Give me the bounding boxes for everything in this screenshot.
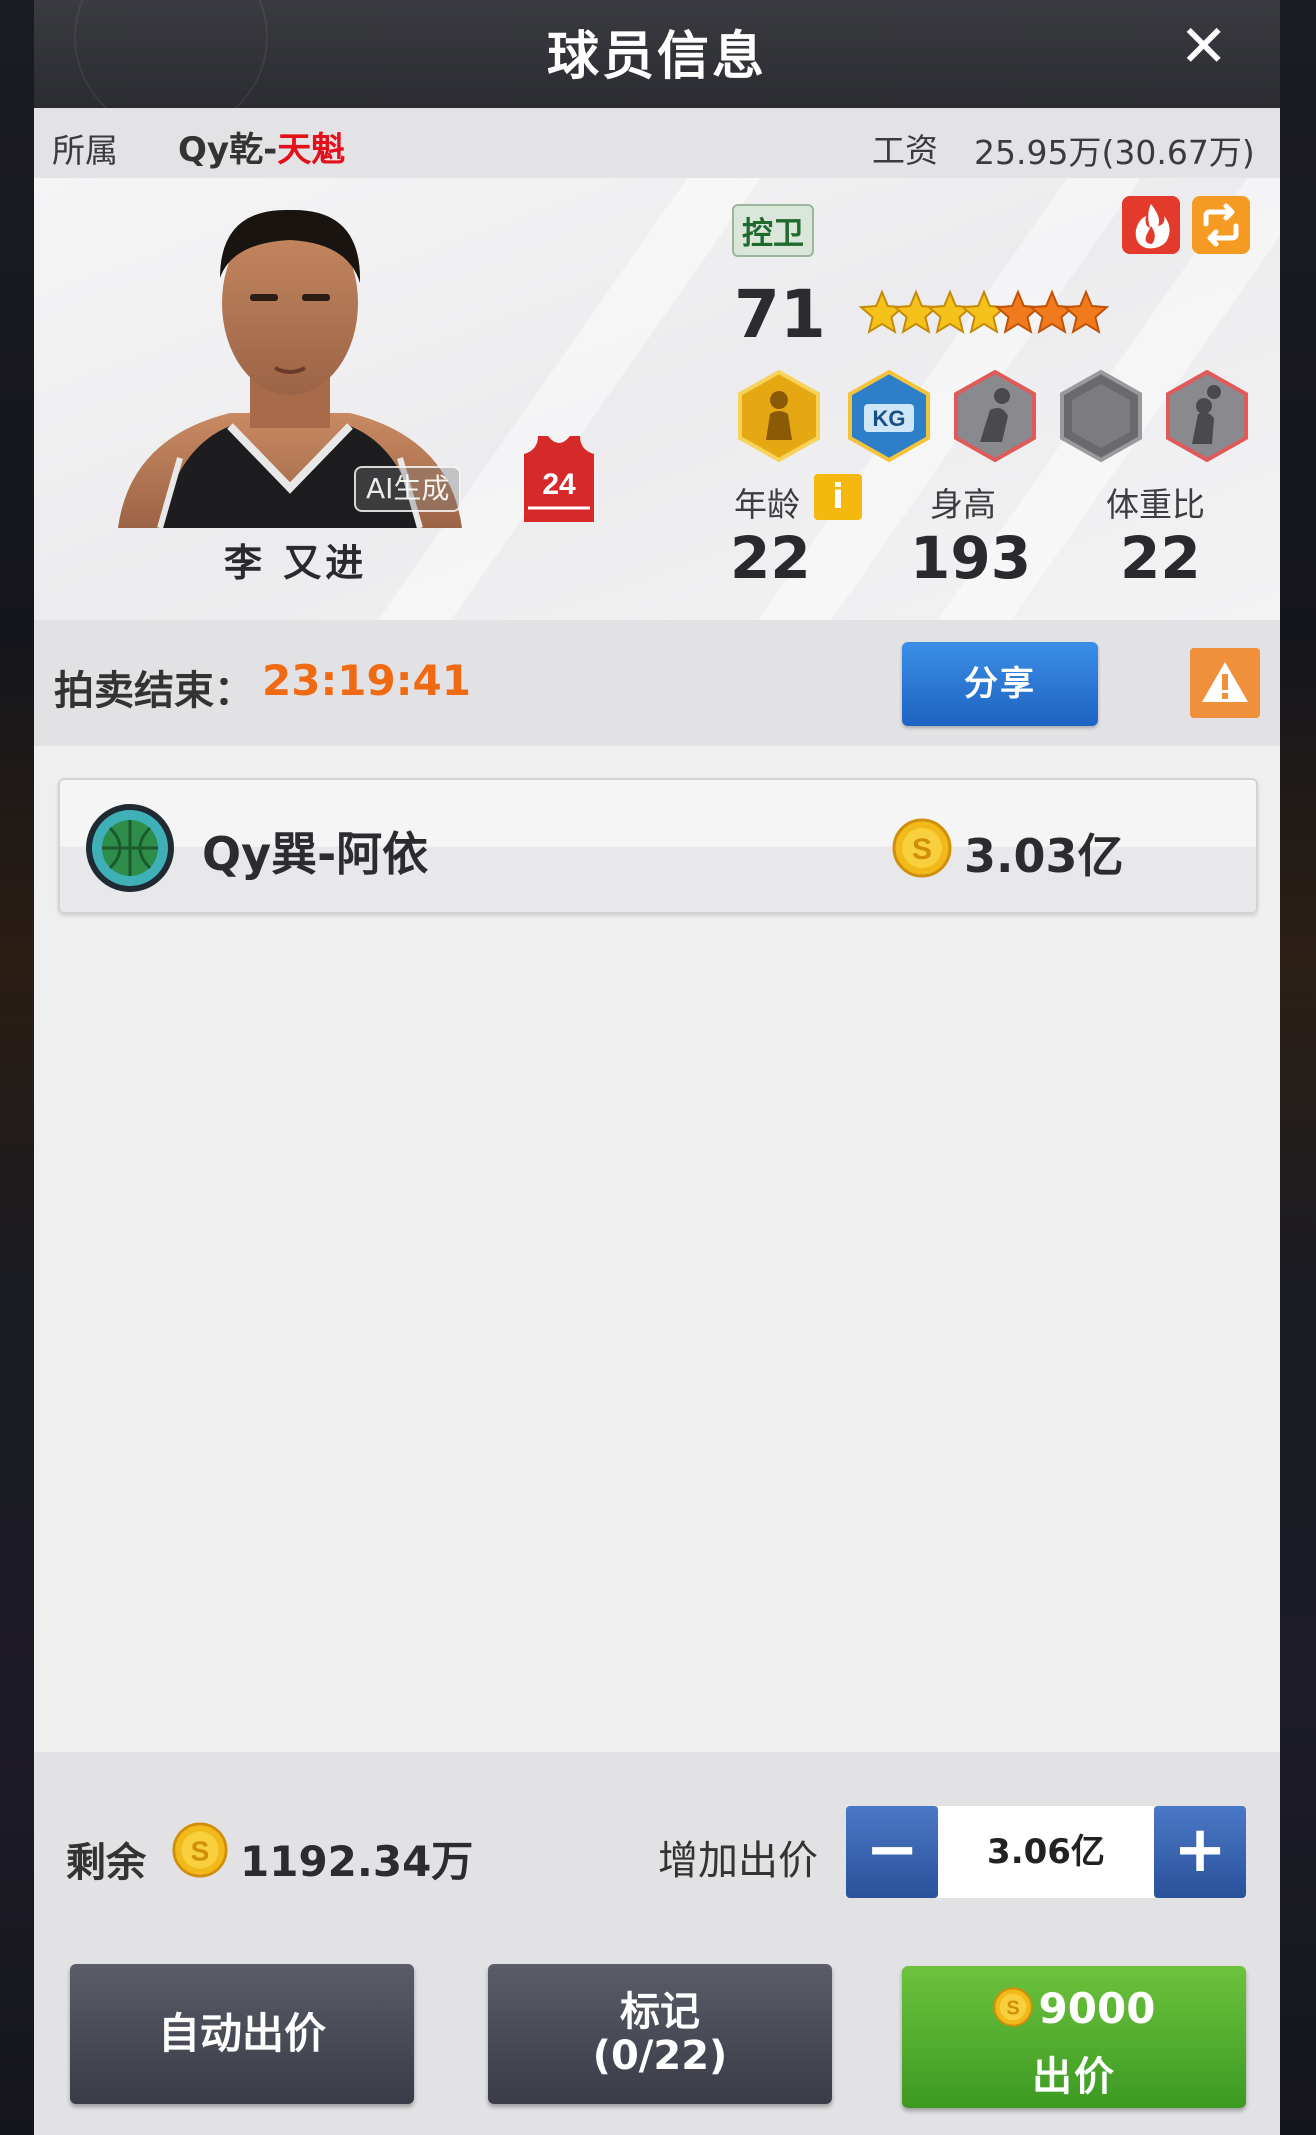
- age-label: 年龄: [734, 485, 800, 524]
- place-bid-label: 出价: [1032, 2054, 1116, 2100]
- salary-label: 工资: [872, 131, 938, 170]
- warning-icon[interactable]: [1190, 648, 1260, 718]
- bidder-name: Qy巽-阿依: [202, 827, 429, 881]
- bid-amount-input[interactable]: 3.06亿: [938, 1806, 1154, 1898]
- bid-cost: 9000: [1038, 1984, 1156, 2033]
- svg-text:S: S: [1006, 1997, 1019, 2019]
- salary-value: 25.95万(30.67万): [974, 133, 1255, 172]
- team-prefix: Qy乾-: [178, 130, 278, 170]
- team-suffix: 天魁: [277, 130, 346, 170]
- gold-star-icon: [926, 289, 974, 334]
- fire-icon[interactable]: [1122, 196, 1180, 254]
- mark-label: 标记: [620, 1989, 700, 2035]
- gold-star-icon: [892, 289, 940, 334]
- swap-icon[interactable]: [1192, 196, 1250, 254]
- coin-icon: S: [892, 818, 952, 878]
- ai-generated-badge: AI生成: [354, 466, 462, 512]
- bid-list: Qy巽-阿依 S 3.03亿: [34, 746, 1280, 1752]
- svg-text:KG: KG: [873, 406, 906, 431]
- height-value: 193: [910, 524, 1032, 592]
- orange-star-icon: [1028, 289, 1076, 334]
- team-logo-icon: [86, 804, 174, 892]
- jersey-number: 24: [542, 468, 576, 501]
- position-badge: 控卫: [732, 204, 814, 257]
- backdrop-right: [1280, 0, 1316, 2135]
- decrease-bid-button[interactable]: −: [846, 1806, 938, 1898]
- blank-badge-icon: [1060, 370, 1142, 462]
- shot-badge-icon: [1166, 370, 1248, 462]
- team-label: 所属: [52, 131, 118, 170]
- close-icon[interactable]: ✕: [1179, 14, 1228, 78]
- auction-countdown: 23:19:41: [262, 656, 471, 705]
- weight-ratio-label: 体重比: [1106, 485, 1205, 524]
- auto-bid-button[interactable]: 自动出价: [70, 1964, 414, 2104]
- team-name[interactable]: Qy乾-天魁: [178, 122, 345, 171]
- jersey-icon: 24: [524, 436, 594, 522]
- gold-player-badge-icon: [738, 370, 820, 462]
- svg-text:S: S: [191, 1835, 210, 1866]
- bid-stepper: − 3.06亿 +: [846, 1806, 1246, 1898]
- auction-end-label: 拍卖结束：: [54, 668, 254, 714]
- dunk-badge-icon: [954, 370, 1036, 462]
- dialog-title: 球员信息: [546, 27, 767, 87]
- orange-star-icon: [994, 289, 1042, 334]
- auction-row: 拍卖结束： 23:19:41 分享: [34, 620, 1280, 746]
- bid-amount: 3.03亿: [964, 829, 1124, 883]
- remaining-value: 1192.34万: [240, 1837, 474, 1886]
- kg-badge-icon: KG: [848, 370, 930, 462]
- remaining-label: 剩余: [66, 1840, 146, 1886]
- place-bid-button[interactable]: S 9000 出价: [902, 1966, 1246, 2108]
- increase-bid-label: 增加出价: [658, 1838, 818, 1884]
- info-icon[interactable]: i: [814, 474, 862, 520]
- share-button[interactable]: 分享: [902, 642, 1098, 726]
- height-label: 身高: [930, 485, 996, 524]
- svg-text:S: S: [912, 833, 932, 866]
- player-info-dialog: 球员信息 ✕ 所属 Qy乾-天魁 工资 25.95万(30.67万) AI生成 …: [34, 0, 1280, 2135]
- star-rating: [858, 289, 1110, 334]
- mark-count: (0/22): [592, 2033, 728, 2079]
- weight-ratio-value: 22: [1120, 524, 1201, 592]
- bid-controls: 剩余 S 1192.34万 增加出价 − 3.06亿 + 自动出价 标记 (0/…: [34, 1752, 1280, 2135]
- player-name: 李 又进: [224, 541, 368, 585]
- coin-icon: S: [992, 1987, 1033, 2027]
- player-card: AI生成 24 李 又进 控卫 71 KG 年龄 i 身高 体重比 22 193…: [34, 178, 1280, 620]
- orange-star-icon: [1062, 289, 1110, 334]
- dialog-header: 球员信息 ✕: [34, 0, 1280, 134]
- overall-rating: 71: [734, 276, 826, 353]
- skill-badges: KG: [738, 370, 1248, 462]
- increase-bid-button[interactable]: +: [1154, 1806, 1246, 1898]
- coin-icon: S: [172, 1822, 228, 1878]
- age-value: 22: [730, 524, 811, 592]
- bid-row[interactable]: Qy巽-阿依 S 3.03亿: [58, 778, 1258, 914]
- team-salary-row: 所属 Qy乾-天魁 工资 25.95万(30.67万): [34, 108, 1280, 178]
- mark-button[interactable]: 标记 (0/22): [488, 1964, 832, 2104]
- gold-star-icon: [960, 289, 1008, 334]
- backdrop-left: [0, 0, 34, 2135]
- gold-star-icon: [858, 289, 906, 334]
